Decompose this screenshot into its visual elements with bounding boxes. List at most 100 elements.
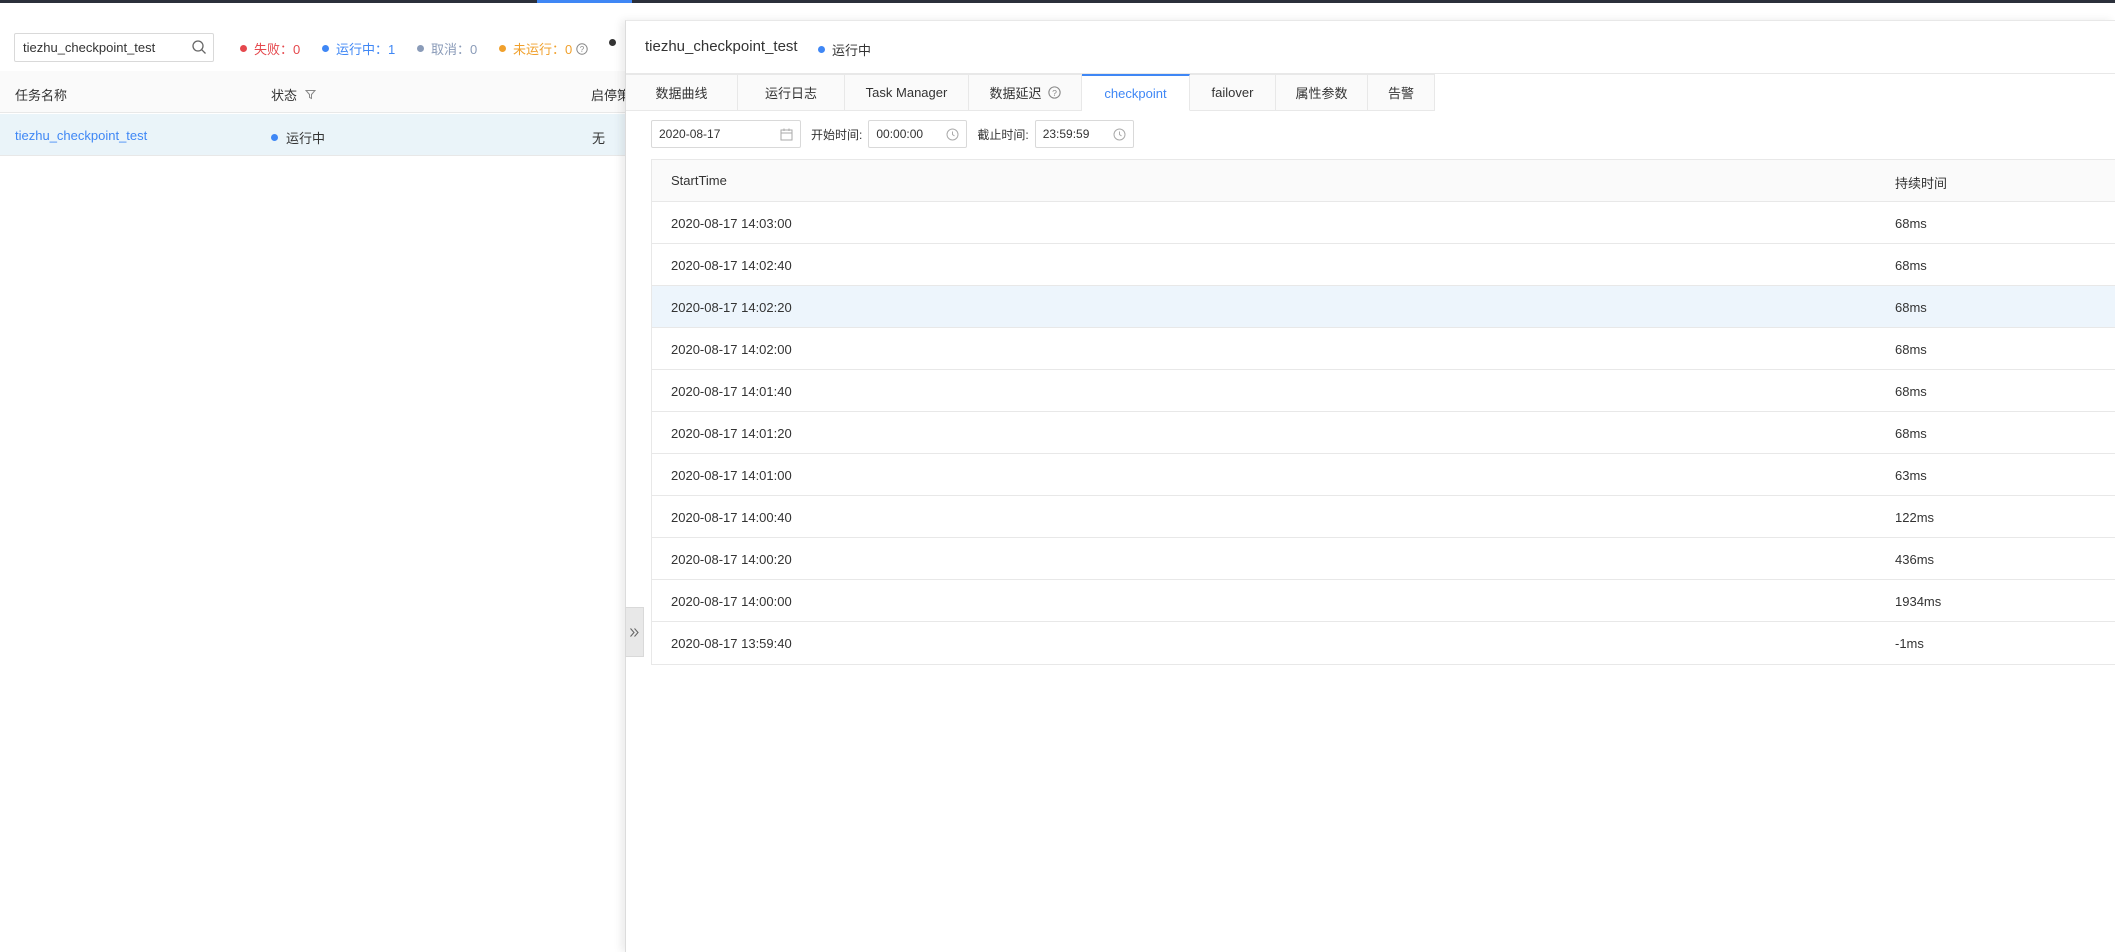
table-row[interactable]: tiezhu_checkpoint_test 运行中 无 [0, 114, 625, 156]
task-status-label: 运行中 [286, 131, 326, 146]
running-dot-icon [322, 45, 329, 52]
date-value: 2020-08-17 [659, 127, 721, 141]
tab-run-log[interactable]: 运行日志 [738, 74, 845, 111]
column-policy: 启停策 [591, 88, 625, 103]
other-dot-icon [609, 39, 616, 46]
filter-icon[interactable] [305, 89, 317, 100]
table-row[interactable]: 2020-08-17 14:02:40 68ms [652, 244, 2115, 286]
tab-data-delay-label: 数据延迟 [989, 86, 1042, 101]
start-time-cell: 2020-08-17 14:00:40 [671, 510, 792, 525]
clock-icon [1113, 128, 1126, 140]
duration-cell: 68ms [1895, 384, 1927, 399]
duration-cell: 436ms [1895, 552, 1935, 567]
detail-header: tiezhu_checkpoint_test 运行中 [626, 21, 2115, 74]
start-time-cell: 2020-08-17 13:59:40 [671, 636, 792, 651]
search-box[interactable] [14, 33, 214, 62]
svg-text:?: ? [1052, 88, 1057, 98]
duration-cell: 63ms [1895, 468, 1927, 483]
column-status[interactable]: 状态 [271, 85, 317, 104]
table-row[interactable]: 2020-08-17 14:01:00 63ms [652, 454, 2115, 496]
help-icon[interactable]: ? [1047, 86, 1061, 99]
column-duration: 持续时间 [1895, 176, 1948, 191]
detail-status-label: 运行中 [832, 43, 872, 58]
table-row[interactable]: 2020-08-17 14:01:40 68ms [652, 370, 2115, 412]
table-row[interactable]: 2020-08-17 13:59:40 -1ms [652, 622, 2115, 664]
tab-data-delay[interactable]: 数据延迟 ? [969, 74, 1082, 111]
double-chevron-right-icon [630, 627, 639, 637]
task-detail-panel: tiezhu_checkpoint_test 运行中 数据曲线 运行日志 Tas… [625, 20, 2115, 952]
stat-cancelled-label: 取消：0 [431, 42, 478, 57]
tab-alarm[interactable]: 告警 [1368, 74, 1435, 111]
stat-cancelled[interactable]: 取消：0 [417, 39, 477, 58]
stat-other[interactable] [609, 39, 623, 46]
stat-not-run[interactable]: 未运行：0 ? [499, 39, 588, 58]
task-list-panel: 失败：0 运行中：1 取消：0 未运行：0 ? 任务名称 状态 启停策 tiez… [0, 3, 625, 952]
task-status: 运行中 [271, 128, 325, 147]
start-time-picker[interactable]: 00:00:00 [868, 120, 968, 148]
not-run-dot-icon [499, 45, 506, 52]
start-time-cell: 2020-08-17 14:02:20 [671, 300, 792, 315]
duration-cell: 68ms [1895, 426, 1927, 441]
table-row[interactable]: 2020-08-17 14:01:20 68ms [652, 412, 2115, 454]
start-time-cell: 2020-08-17 14:02:00 [671, 342, 792, 357]
tab-properties[interactable]: 属性参数 [1276, 74, 1368, 111]
duration-cell: 68ms [1895, 258, 1927, 273]
help-icon[interactable]: ? [576, 42, 588, 55]
detail-tabs: 数据曲线 运行日志 Task Manager 数据延迟 ? checkpoint… [626, 74, 1435, 111]
filter-bar: 2020-08-17 开始时间: 00:00:00 截止时间: 23:59:59 [651, 120, 1134, 148]
collapse-panel-button[interactable] [625, 607, 644, 657]
start-time-cell: 2020-08-17 14:03:00 [671, 216, 792, 231]
duration-cell: 68ms [1895, 216, 1927, 231]
task-name-link[interactable]: tiezhu_checkpoint_test [15, 128, 147, 143]
tab-checkpoint[interactable]: checkpoint [1082, 74, 1190, 111]
table-row[interactable]: 2020-08-17 14:02:00 68ms [652, 328, 2115, 370]
checkpoint-table-header: StartTime 持续时间 [652, 160, 2115, 202]
duration-cell: 1934ms [1895, 594, 1942, 609]
start-time-cell: 2020-08-17 14:01:00 [671, 468, 792, 483]
search-icon[interactable] [191, 39, 207, 55]
duration-cell: -1ms [1895, 636, 1924, 651]
start-time-cell: 2020-08-17 14:02:40 [671, 258, 792, 273]
running-dot-icon [271, 134, 278, 141]
start-time-cell: 2020-08-17 14:00:20 [671, 552, 792, 567]
stat-failed[interactable]: 失败：0 [240, 39, 300, 58]
stat-running[interactable]: 运行中：1 [322, 39, 395, 58]
start-time-cell: 2020-08-17 14:00:00 [671, 594, 792, 609]
tab-failover[interactable]: failover [1190, 74, 1276, 111]
table-row[interactable]: 2020-08-17 14:00:20 436ms [652, 538, 2115, 580]
table-row[interactable]: 2020-08-17 14:03:00 68ms [652, 202, 2115, 244]
end-time-picker[interactable]: 23:59:59 [1034, 120, 1134, 148]
task-table-header: 任务名称 状态 启停策 [0, 71, 625, 113]
checkpoint-table: StartTime 持续时间 2020-08-17 14:03:00 68ms 2… [651, 159, 2115, 665]
end-time-label: 截止时间: [977, 127, 1029, 142]
start-time-value: 00:00:00 [876, 127, 924, 141]
end-time-value: 23:59:59 [1042, 127, 1090, 141]
table-row[interactable]: 2020-08-17 14:00:00 1934ms [652, 580, 2115, 622]
task-policy: 无 [592, 131, 606, 146]
failed-dot-icon [240, 45, 247, 52]
tab-data-curve[interactable]: 数据曲线 [626, 74, 738, 111]
stat-not-run-label: 未运行：0 [513, 42, 573, 57]
cancelled-dot-icon [417, 45, 424, 52]
detail-status: 运行中 [818, 40, 871, 59]
running-dot-icon [818, 46, 825, 53]
stat-running-label: 运行中：1 [336, 42, 396, 57]
column-task-name: 任务名称 [15, 88, 68, 103]
date-picker[interactable]: 2020-08-17 [651, 120, 801, 148]
start-time-cell: 2020-08-17 14:01:40 [671, 384, 792, 399]
svg-text:?: ? [580, 45, 585, 54]
search-input[interactable] [15, 34, 185, 61]
table-row[interactable]: 2020-08-17 14:00:40 122ms [652, 496, 2115, 538]
start-time-cell: 2020-08-17 14:01:20 [671, 426, 792, 441]
stat-failed-label: 失败：0 [254, 42, 301, 57]
duration-cell: 68ms [1895, 342, 1927, 357]
tab-task-manager[interactable]: Task Manager [845, 74, 969, 111]
detail-title: tiezhu_checkpoint_test [645, 38, 798, 55]
duration-cell: 68ms [1895, 300, 1927, 315]
start-time-label: 开始时间: [811, 127, 863, 142]
column-status-label: 状态 [271, 88, 298, 103]
table-row[interactable]: 2020-08-17 14:02:20 68ms [652, 286, 2115, 328]
clock-icon [946, 128, 959, 140]
column-start-time: StartTime [671, 173, 727, 188]
duration-cell: 122ms [1895, 510, 1935, 525]
